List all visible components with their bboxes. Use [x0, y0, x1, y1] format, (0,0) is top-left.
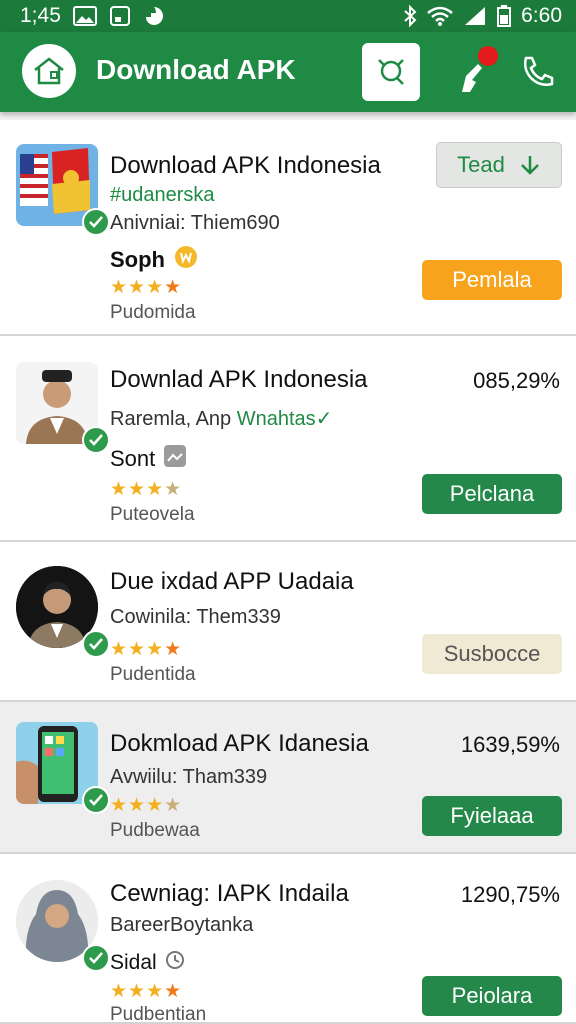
history-icon [165, 950, 185, 976]
rating-stars: ★★★★ [110, 981, 183, 1002]
item-meta: Pudbewaa [110, 820, 200, 841]
rating-stars: ★★★★ [110, 479, 183, 500]
item-author: Soph [110, 244, 199, 276]
action-button[interactable]: Susbocce [422, 634, 562, 674]
item-title: Download APK Indonesia [110, 152, 381, 179]
call-button[interactable] [516, 50, 560, 94]
rating-stars: ★★★★ [110, 795, 183, 816]
app-thumbnail [16, 722, 110, 814]
action-button[interactable]: Fyielaaa [422, 796, 562, 836]
verified-icon [82, 630, 110, 658]
status-bar: 1;45 6:60 [0, 0, 576, 32]
action-button[interactable]: Pelclana [422, 474, 562, 514]
item-title: Downlad APK Indonesia [110, 366, 368, 393]
item-line: BareerBoytanka [110, 914, 254, 936]
item-title: Due ixdad APP Uadaia [110, 568, 354, 595]
verified-icon [82, 786, 110, 814]
item-author: Sont [110, 444, 187, 474]
notification-dot [478, 46, 498, 66]
list-item[interactable]: Download APK Indonesia #udanerska Anivni… [0, 120, 576, 336]
item-meta: Pudbentian [110, 1004, 207, 1024]
action-button[interactable]: Pemlala [422, 260, 562, 300]
list-item[interactable]: Cewniag: IAPK Indaila 1290,75% BareerBoy… [0, 854, 576, 1024]
app-thumbnail [16, 566, 110, 658]
item-percent: 1639,59% [460, 732, 560, 757]
rating-stars: ★★★★ [110, 639, 183, 660]
screenshot-icon [109, 5, 131, 27]
notification-button[interactable] [448, 46, 504, 100]
item-meta: Pudomida [110, 302, 196, 323]
app-title: Download APK [96, 54, 296, 85]
home-icon [34, 57, 64, 85]
app-notification-icon [143, 5, 165, 27]
item-line: Avwiilu: Tham339 [110, 766, 268, 788]
search-icon [378, 59, 404, 85]
list-item[interactable]: Dokmload APK Idanesia 1639,59% Avwiilu: … [0, 702, 576, 854]
verified-icon [82, 426, 110, 454]
battery-icon [497, 5, 512, 27]
item-subtitle: Raremla, Anp Wnahtas✓ [110, 408, 333, 430]
item-subtitle: #udanerska [110, 184, 215, 206]
item-meta: Pudentida [110, 664, 196, 685]
home-button[interactable] [22, 44, 76, 98]
item-line: Anivniai: Thiem690 [110, 212, 280, 234]
verified-icon [82, 208, 110, 236]
gallery-icon [72, 6, 97, 26]
item-line: Cowinila: Them339 [110, 606, 281, 628]
item-meta: Puteovela [110, 504, 195, 525]
app-thumbnail [16, 144, 110, 236]
search-button[interactable] [362, 43, 420, 101]
phone-icon [523, 56, 554, 86]
status-time: 1;45 [20, 4, 61, 27]
lead-download-button[interactable]: Tead [436, 142, 562, 188]
app-thumbnail [16, 880, 110, 972]
rating-stars: ★★★★ [110, 277, 183, 298]
item-title: Cewniag: IAPK Indaila [110, 880, 349, 907]
item-author: Sidal [110, 950, 185, 976]
signal-icon [463, 6, 487, 26]
premium-badge-icon [173, 244, 199, 276]
app-thumbnail [16, 362, 110, 454]
list-item[interactable]: Due ixdad APP Uadaia Cowinila: Them339 ★… [0, 542, 576, 702]
item-percent: 085,29% [473, 368, 560, 393]
wifi-icon [427, 6, 453, 26]
list-item[interactable]: Downlad APK Indonesia 085,29% Raremla, A… [0, 336, 576, 542]
action-button[interactable]: Peiolara [422, 976, 562, 1016]
image-badge-icon [163, 444, 187, 474]
item-title: Dokmload APK Idanesia [110, 730, 369, 757]
verified-icon [82, 944, 110, 972]
download-arrow-icon [520, 156, 539, 175]
app-bar: Download APK [0, 32, 576, 112]
battery-time: 6:60 [521, 4, 562, 27]
bluetooth-icon [403, 5, 417, 27]
item-percent: 1290,75% [460, 882, 560, 907]
